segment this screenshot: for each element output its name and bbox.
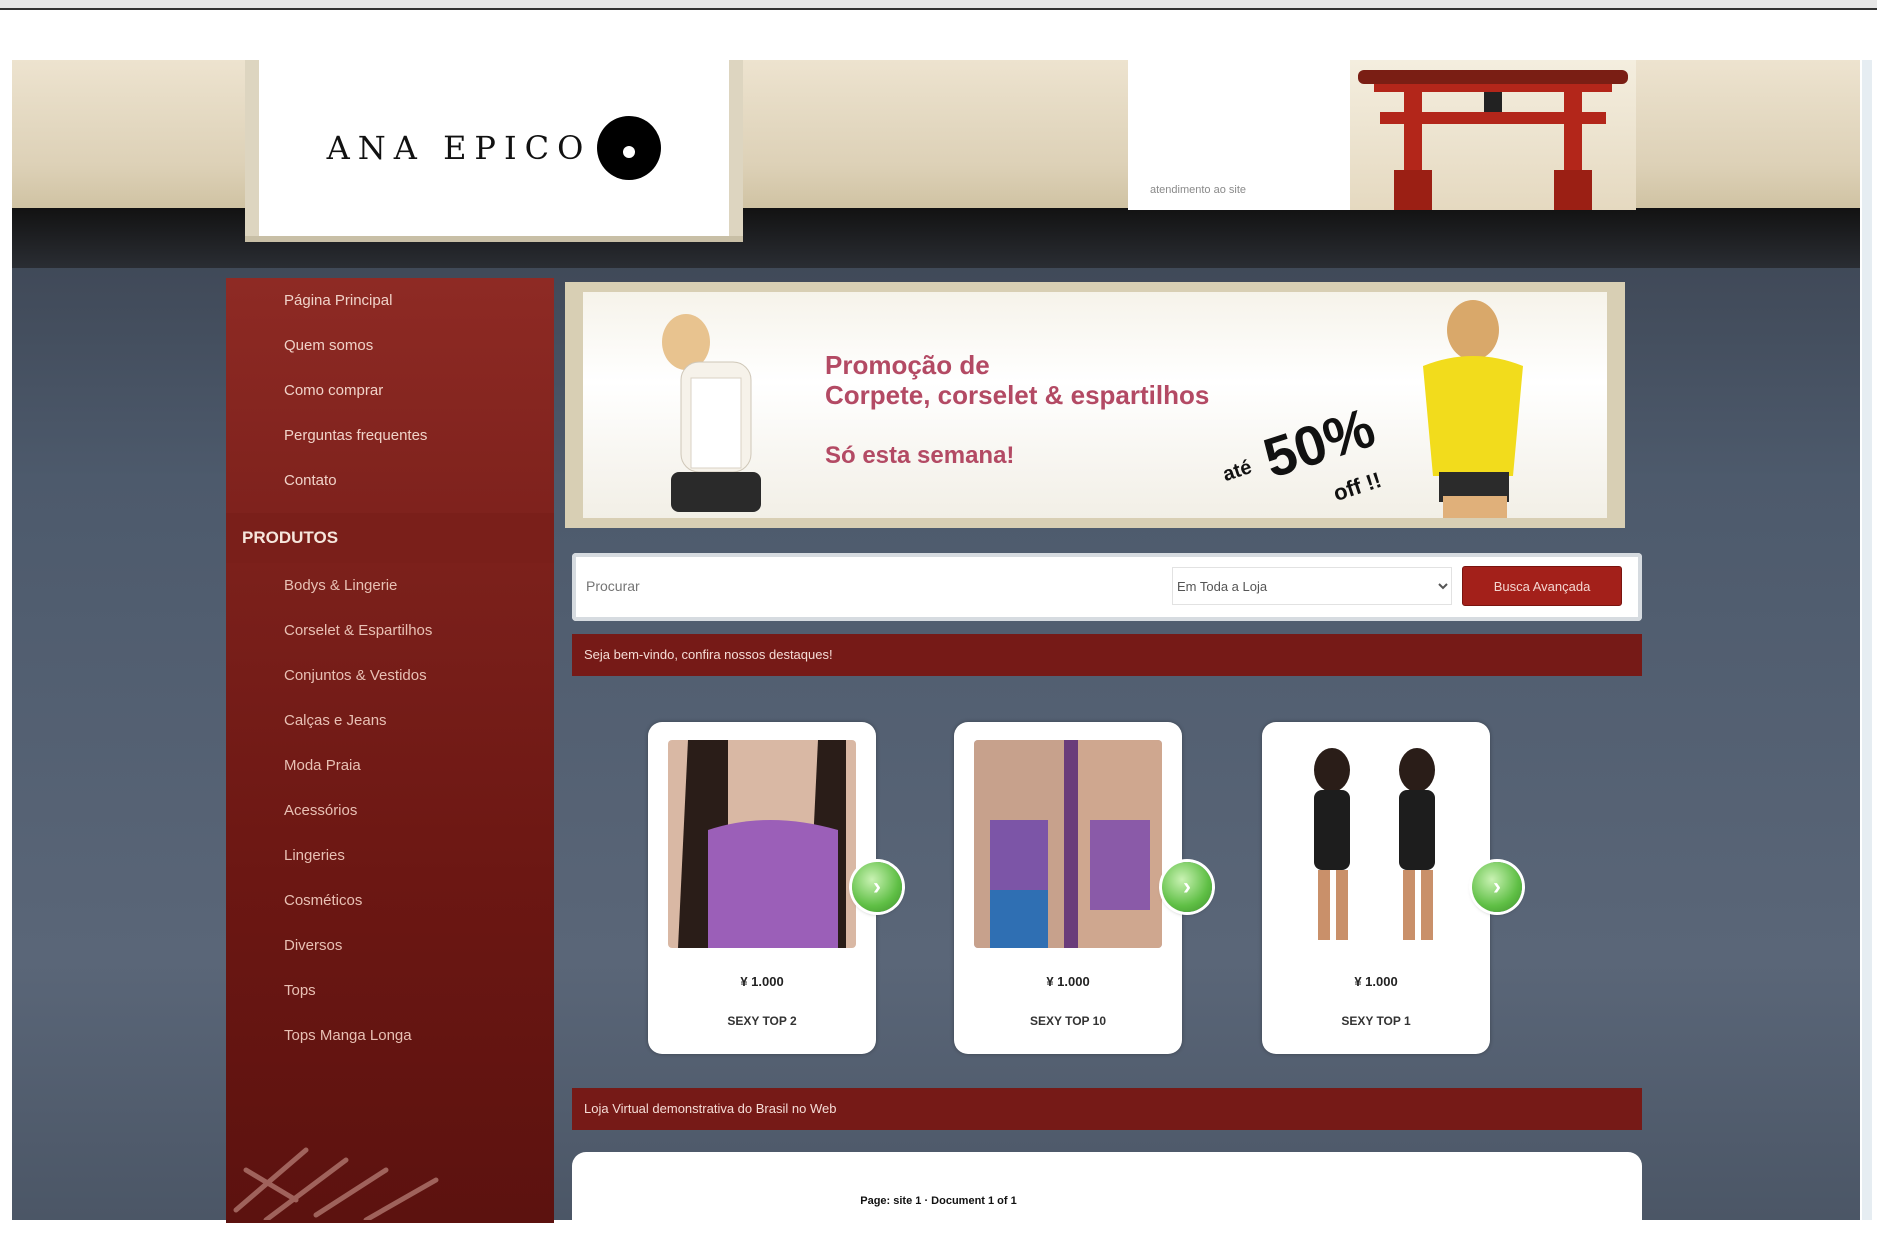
product-image[interactable]	[974, 740, 1162, 948]
product-price: ¥ 1.000	[1046, 974, 1090, 989]
header-note: atendimento ao site	[1150, 184, 1247, 196]
products-heading: PRODUTOS	[226, 513, 554, 563]
logo: ANA EPICO	[327, 116, 662, 180]
sidebar-item-product[interactable]: Cosméticos	[226, 878, 554, 923]
sidebar: Página Principal Quem somos Como comprar…	[226, 278, 554, 1223]
product-card[interactable]: ¥ 1.000 SEXY TOP 2	[648, 722, 876, 1054]
banner-ate: até	[1220, 456, 1255, 486]
banner-subtitle: Só esta semana!	[825, 442, 1015, 469]
product-name[interactable]: SEXY TOP 10	[954, 1014, 1182, 1028]
sidebar-item-product[interactable]: Conjuntos & Vestidos	[226, 653, 554, 698]
banner-title: Promoção de Corpete, corselet & espartil…	[825, 350, 1209, 410]
sidebar-item-product[interactable]: Diversos	[226, 923, 554, 968]
banner-title-line2: Corpete, corselet & espartilhos	[825, 380, 1210, 410]
torii-gate-image	[1350, 60, 1636, 210]
sidebar-item-product[interactable]: Lingeries	[226, 833, 554, 878]
product-name[interactable]: SEXY TOP 1	[1262, 1014, 1490, 1028]
promo-banner[interactable]: Promoção de Corpete, corselet & espartil…	[565, 282, 1625, 528]
products-menu: Bodys & Lingerie Corselet & Espartilhos …	[226, 563, 554, 1058]
sidebar-menu: Página Principal Quem somos Como comprar…	[226, 278, 554, 503]
banner-title-line1: Promoção de	[825, 350, 990, 380]
scrollbar[interactable]	[1862, 60, 1872, 1220]
logo-link[interactable]: ANA EPICO	[245, 60, 743, 236]
advanced-search-button[interactable]: Busca Avançada	[1462, 566, 1622, 606]
welcome-bar: Seja bem-vindo, confira nossos destaques…	[572, 634, 1642, 676]
sidebar-item-about[interactable]: Quem somos	[226, 323, 554, 368]
logo-mark-icon	[597, 116, 662, 180]
logo-text: ANA EPICO	[326, 129, 592, 167]
product-card[interactable]: ¥ 1.000 SEXY TOP 1	[1262, 722, 1490, 1054]
sidebar-item-product[interactable]: Tops	[226, 968, 554, 1013]
sidebar-item-contact[interactable]: Contato	[226, 458, 554, 503]
search-input[interactable]	[584, 565, 1148, 607]
sidebar-item-home[interactable]: Página Principal	[226, 278, 554, 323]
product-image[interactable]	[1282, 740, 1470, 948]
header-note-area: atendimento ao site	[1128, 60, 1350, 210]
sidebar-item-product[interactable]: Moda Praia	[226, 743, 554, 788]
sidebar-item-product[interactable]: Calças e Jeans	[226, 698, 554, 743]
sidebar-item-product[interactable]: Corselet & Espartilhos	[226, 608, 554, 653]
search-scope-select[interactable]: Em Toda a Loja	[1172, 567, 1452, 605]
footer-caption: Page: site 1 · Document 1 of 1	[860, 1195, 1017, 1207]
sidebar-item-product[interactable]: Acessórios	[226, 788, 554, 833]
next-arrow-icon[interactable]: ›	[852, 862, 902, 912]
next-arrow-icon[interactable]: ›	[1472, 862, 1522, 912]
sidebar-item-product[interactable]: Tops Manga Longa	[226, 1013, 554, 1058]
product-price: ¥ 1.000	[1354, 974, 1398, 989]
product-image[interactable]	[668, 740, 856, 948]
product-card[interactable]: ¥ 1.000 SEXY TOP 10	[954, 722, 1182, 1054]
next-arrow-icon[interactable]: ›	[1162, 862, 1212, 912]
sidebar-item-product[interactable]: Bodys & Lingerie	[226, 563, 554, 608]
product-name[interactable]: SEXY TOP 2	[648, 1014, 876, 1028]
search-bar: Em Toda a Loja Busca Avançada	[572, 553, 1642, 621]
torii-icon	[1358, 70, 1628, 210]
demo-store-bar: Loja Virtual demonstrativa do Brasil no …	[572, 1088, 1642, 1130]
product-price: ¥ 1.000	[740, 974, 784, 989]
model-photo-left	[662, 314, 761, 512]
banner-off: off !!	[1330, 467, 1385, 506]
content-box	[572, 1152, 1642, 1222]
top-edge	[0, 0, 1877, 10]
sidebar-item-faq[interactable]: Perguntas frequentes	[226, 413, 554, 458]
sidebar-item-how-to-buy[interactable]: Como comprar	[226, 368, 554, 413]
model-photo-right	[1423, 300, 1523, 518]
